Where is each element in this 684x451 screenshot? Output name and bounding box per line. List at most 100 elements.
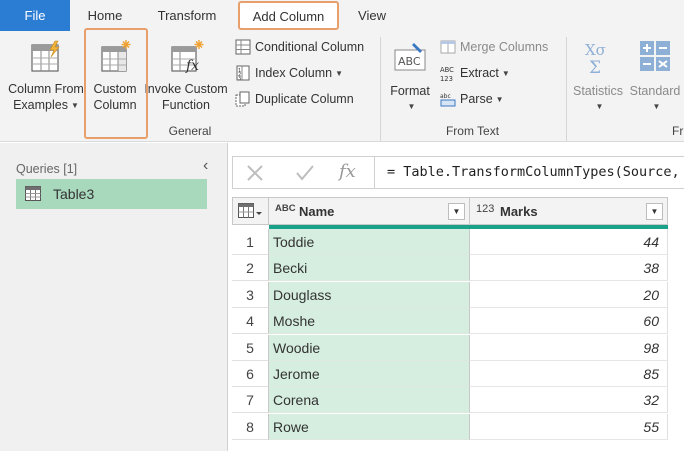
table-cell-name[interactable]: Woodie: [269, 335, 470, 361]
duplicate-column-icon: [235, 91, 250, 107]
fx-function-icon[interactable]: fx: [339, 161, 356, 182]
column-name-label: Name: [299, 204, 335, 219]
svg-text:123: 123: [440, 75, 453, 82]
row-number[interactable]: 3: [232, 282, 269, 308]
table-cell-name[interactable]: Becki: [269, 255, 470, 281]
tab-view[interactable]: View: [344, 0, 400, 31]
custom-column-highlight: [84, 28, 148, 139]
table-cell-name[interactable]: Douglass: [269, 282, 470, 308]
commit-check-icon[interactable]: [296, 165, 314, 181]
column-header-name[interactable]: ABC Name ▼: [269, 197, 470, 225]
group-label-from-number: Fr: [672, 124, 684, 138]
row-number[interactable]: 7: [232, 387, 269, 413]
table-cell-marks[interactable]: 55: [470, 414, 668, 440]
tab-transform[interactable]: Transform: [144, 0, 230, 31]
chevron-down-icon: ▼: [495, 95, 504, 104]
row-number[interactable]: 8: [232, 414, 269, 440]
table-cell-name[interactable]: Moshe: [269, 308, 470, 334]
index-column-icon: 1 2 3: [236, 65, 250, 81]
chevron-down-icon: ▼: [595, 102, 604, 111]
tab-add-column[interactable]: Add Column: [238, 1, 339, 30]
filter-dropdown-icon[interactable]: ▼: [646, 203, 663, 220]
svg-text:3: 3: [238, 76, 241, 81]
table-cell-name[interactable]: Jerome: [269, 361, 470, 387]
chevron-down-icon: ▼: [407, 102, 416, 111]
column-from-examples-icon: [31, 40, 60, 72]
index-column-label: Index Column: [255, 66, 333, 80]
column-from-examples-label-1: Column From: [8, 82, 84, 96]
conditional-column-label: Conditional Column: [255, 40, 365, 54]
merge-columns-label: Merge Columns: [460, 40, 549, 54]
column-from-examples-label-2: Examples: [13, 98, 68, 112]
query-item-table3[interactable]: Table3: [16, 179, 207, 209]
invoke-custom-function-label-2: Function: [162, 98, 210, 112]
chevron-down-icon: ▼: [652, 102, 661, 111]
parse-icon: abc: [440, 93, 456, 107]
chevron-down-icon: ▼: [335, 69, 344, 78]
column-header-marks[interactable]: 123 Marks ▼: [470, 197, 668, 225]
svg-text:abc: abc: [440, 93, 451, 100]
table-cell-marks[interactable]: 32: [470, 387, 668, 413]
statistics-label: Statistics: [572, 84, 623, 98]
table-cell-name[interactable]: Rowe: [269, 414, 470, 440]
invoke-custom-function-label-1: Invoke Custom: [144, 82, 228, 96]
ribbon-separator: [380, 37, 381, 141]
row-number[interactable]: 4: [232, 308, 269, 334]
table-menu-icon: [238, 203, 262, 218]
column-from-examples-button[interactable]: Column From Examples ▼: [6, 39, 86, 114]
table-menu-button[interactable]: [232, 197, 269, 225]
table-cell-marks[interactable]: 38: [470, 255, 668, 281]
chevron-down-icon: ▼: [70, 101, 79, 110]
formula-input[interactable]: = Table.TransformColumnTypes(Source,: [374, 157, 684, 188]
parse-label: Parse: [460, 92, 493, 106]
queries-pane: Queries [1] ‹ Table3: [0, 143, 228, 451]
format-label: Format: [390, 84, 430, 98]
format-button[interactable]: ABC Format ▼: [386, 41, 434, 115]
queries-header: Queries [1]: [16, 162, 78, 176]
cancel-close-icon[interactable]: [247, 165, 263, 181]
chevron-down-icon: ▼: [501, 69, 510, 78]
group-label-general: General: [168, 124, 212, 138]
svg-text:Σ: Σ: [589, 58, 601, 75]
row-number[interactable]: 5: [232, 335, 269, 361]
statistics-icon: Xσ Σ: [585, 41, 606, 75]
row-number[interactable]: 6: [232, 361, 269, 387]
collapse-pane-chevron-left-icon[interactable]: ‹: [203, 157, 208, 175]
svg-text:Xσ: Xσ: [585, 41, 606, 59]
statistics-button[interactable]: Xσ Σ Statistics ▼: [570, 39, 626, 115]
extract-icon: ABC 123: [440, 66, 454, 82]
column-name-label: Marks: [500, 204, 538, 219]
text-type-icon[interactable]: ABC: [275, 203, 296, 214]
formula-bar: fx = Table.TransformColumnTypes(Source,: [232, 156, 684, 189]
merge-columns-icon: [440, 40, 456, 54]
ribbon-separator: [566, 37, 567, 141]
svg-text:ABC: ABC: [440, 66, 454, 74]
table-cell-name[interactable]: Corena: [269, 387, 470, 413]
table-cell-marks[interactable]: 44: [470, 229, 668, 255]
tab-home[interactable]: Home: [70, 0, 140, 31]
tab-file[interactable]: File: [0, 0, 70, 31]
table-icon: [25, 186, 41, 201]
table-cell-name[interactable]: Toddie: [269, 229, 470, 255]
table-cell-marks[interactable]: 98: [470, 335, 668, 361]
invoke-function-icon: fx: [171, 40, 204, 74]
query-name: Table3: [53, 186, 95, 202]
duplicate-column-label: Duplicate Column: [255, 92, 354, 106]
number-type-icon[interactable]: 123: [476, 203, 494, 215]
format-text-icon: ABC: [394, 43, 426, 71]
ribbon-tab-bar: File Home Transform Add Column View: [0, 0, 684, 31]
table-cell-marks[interactable]: 20: [470, 282, 668, 308]
table-cell-marks[interactable]: 60: [470, 308, 668, 334]
conditional-column-icon: [235, 39, 251, 55]
invoke-custom-function-button[interactable]: fx Invoke Custom Function: [142, 39, 230, 113]
filter-dropdown-icon[interactable]: ▼: [448, 203, 465, 220]
row-number[interactable]: 1: [232, 229, 269, 255]
group-label-from-text: From Text: [445, 124, 500, 138]
standard-button[interactable]: Standard ▼: [626, 39, 684, 115]
extract-label: Extract: [460, 66, 499, 80]
standard-label: Standard: [629, 84, 681, 98]
svg-text:ABC: ABC: [398, 55, 421, 68]
svg-text:fx: fx: [185, 58, 199, 74]
table-cell-marks[interactable]: 85: [470, 361, 668, 387]
row-number[interactable]: 2: [232, 255, 269, 281]
